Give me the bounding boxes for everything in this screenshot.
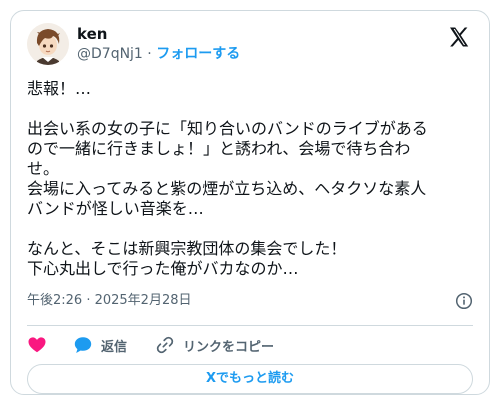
tweet-header: ken @D7qNj1 · フォローする [27,23,473,71]
tweet-card: ken @D7qNj1 · フォローする 悲報！… 出会い系の女の子に「知り合い… [10,10,490,395]
speech-bubble-icon [74,337,92,353]
like-button[interactable] [27,334,55,356]
divider [27,325,473,326]
link-icon [156,336,174,354]
read-more-button[interactable]: Xでもっと読む [27,364,473,394]
reply-button[interactable]: 返信 [73,334,127,356]
reply-label: 返信 [101,339,128,355]
heart-icon [28,337,46,353]
copy-link-button[interactable]: リンクをコピー [155,334,274,356]
tweet-text: 悲報！… 出会い系の女の子に「知り合いのバンドのライブがある ので一緒に行きまし… [27,79,428,278]
action-bar: 返信 リンクをコピー [27,334,473,356]
avatar-illustration [27,23,69,65]
info-icon[interactable] [455,292,473,310]
handle-row: @D7qNj1 · フォローする [77,44,240,64]
x-logo-icon[interactable] [447,25,471,49]
display-name[interactable]: ken [77,24,240,44]
tweet-timestamp[interactable]: 午後2:26 · 2025年2月28日 [27,293,192,308]
avatar[interactable] [27,23,69,65]
user-names: ken @D7qNj1 · フォローする [77,24,240,64]
follow-link[interactable]: フォローする [156,46,240,62]
copy-link-label: リンクをコピー [183,339,275,355]
handle-separator: · [147,46,152,62]
user-handle[interactable]: @D7qNj1 [77,46,143,62]
tweet-meta: 午後2:26 · 2025年2月28日 [27,291,473,311]
